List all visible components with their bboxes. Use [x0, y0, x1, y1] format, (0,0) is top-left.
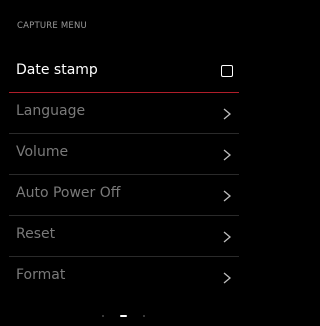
page-dot	[142, 315, 145, 317]
capture-menu-screen: CAPTURE MENU Date stamp Language Volume …	[0, 0, 246, 326]
menu-item-label: Language	[16, 103, 86, 119]
menu-item-label: Format	[16, 267, 66, 283]
chevron-right-icon	[222, 231, 232, 243]
chevron-right-icon	[222, 190, 232, 202]
menu-item-label: Date stamp	[16, 62, 98, 78]
date-stamp-checkbox[interactable]	[221, 65, 233, 77]
menu-item-date-stamp[interactable]: Date stamp	[0, 55, 246, 93]
chevron-right-icon	[222, 272, 232, 284]
menu-item-label: Auto Power Off	[16, 185, 121, 201]
menu-item-auto-power-off[interactable]: Auto Power Off	[0, 178, 246, 216]
menu-item-reset[interactable]: Reset	[0, 219, 246, 257]
page-dot	[101, 315, 104, 317]
chevron-right-icon	[222, 149, 232, 161]
page-indicator	[0, 314, 246, 318]
menu-item-volume[interactable]: Volume	[0, 137, 246, 175]
menu-item-label: Reset	[16, 226, 56, 242]
page-dot-active	[119, 315, 127, 317]
chevron-right-icon	[222, 108, 232, 120]
menu-item-format[interactable]: Format	[0, 260, 246, 295]
menu-item-label: Volume	[16, 144, 69, 160]
menu-item-language[interactable]: Language	[0, 96, 246, 134]
menu-list: Date stamp Language Volume Auto Power Of…	[0, 55, 246, 301]
menu-title: CAPTURE MENU	[17, 21, 87, 31]
